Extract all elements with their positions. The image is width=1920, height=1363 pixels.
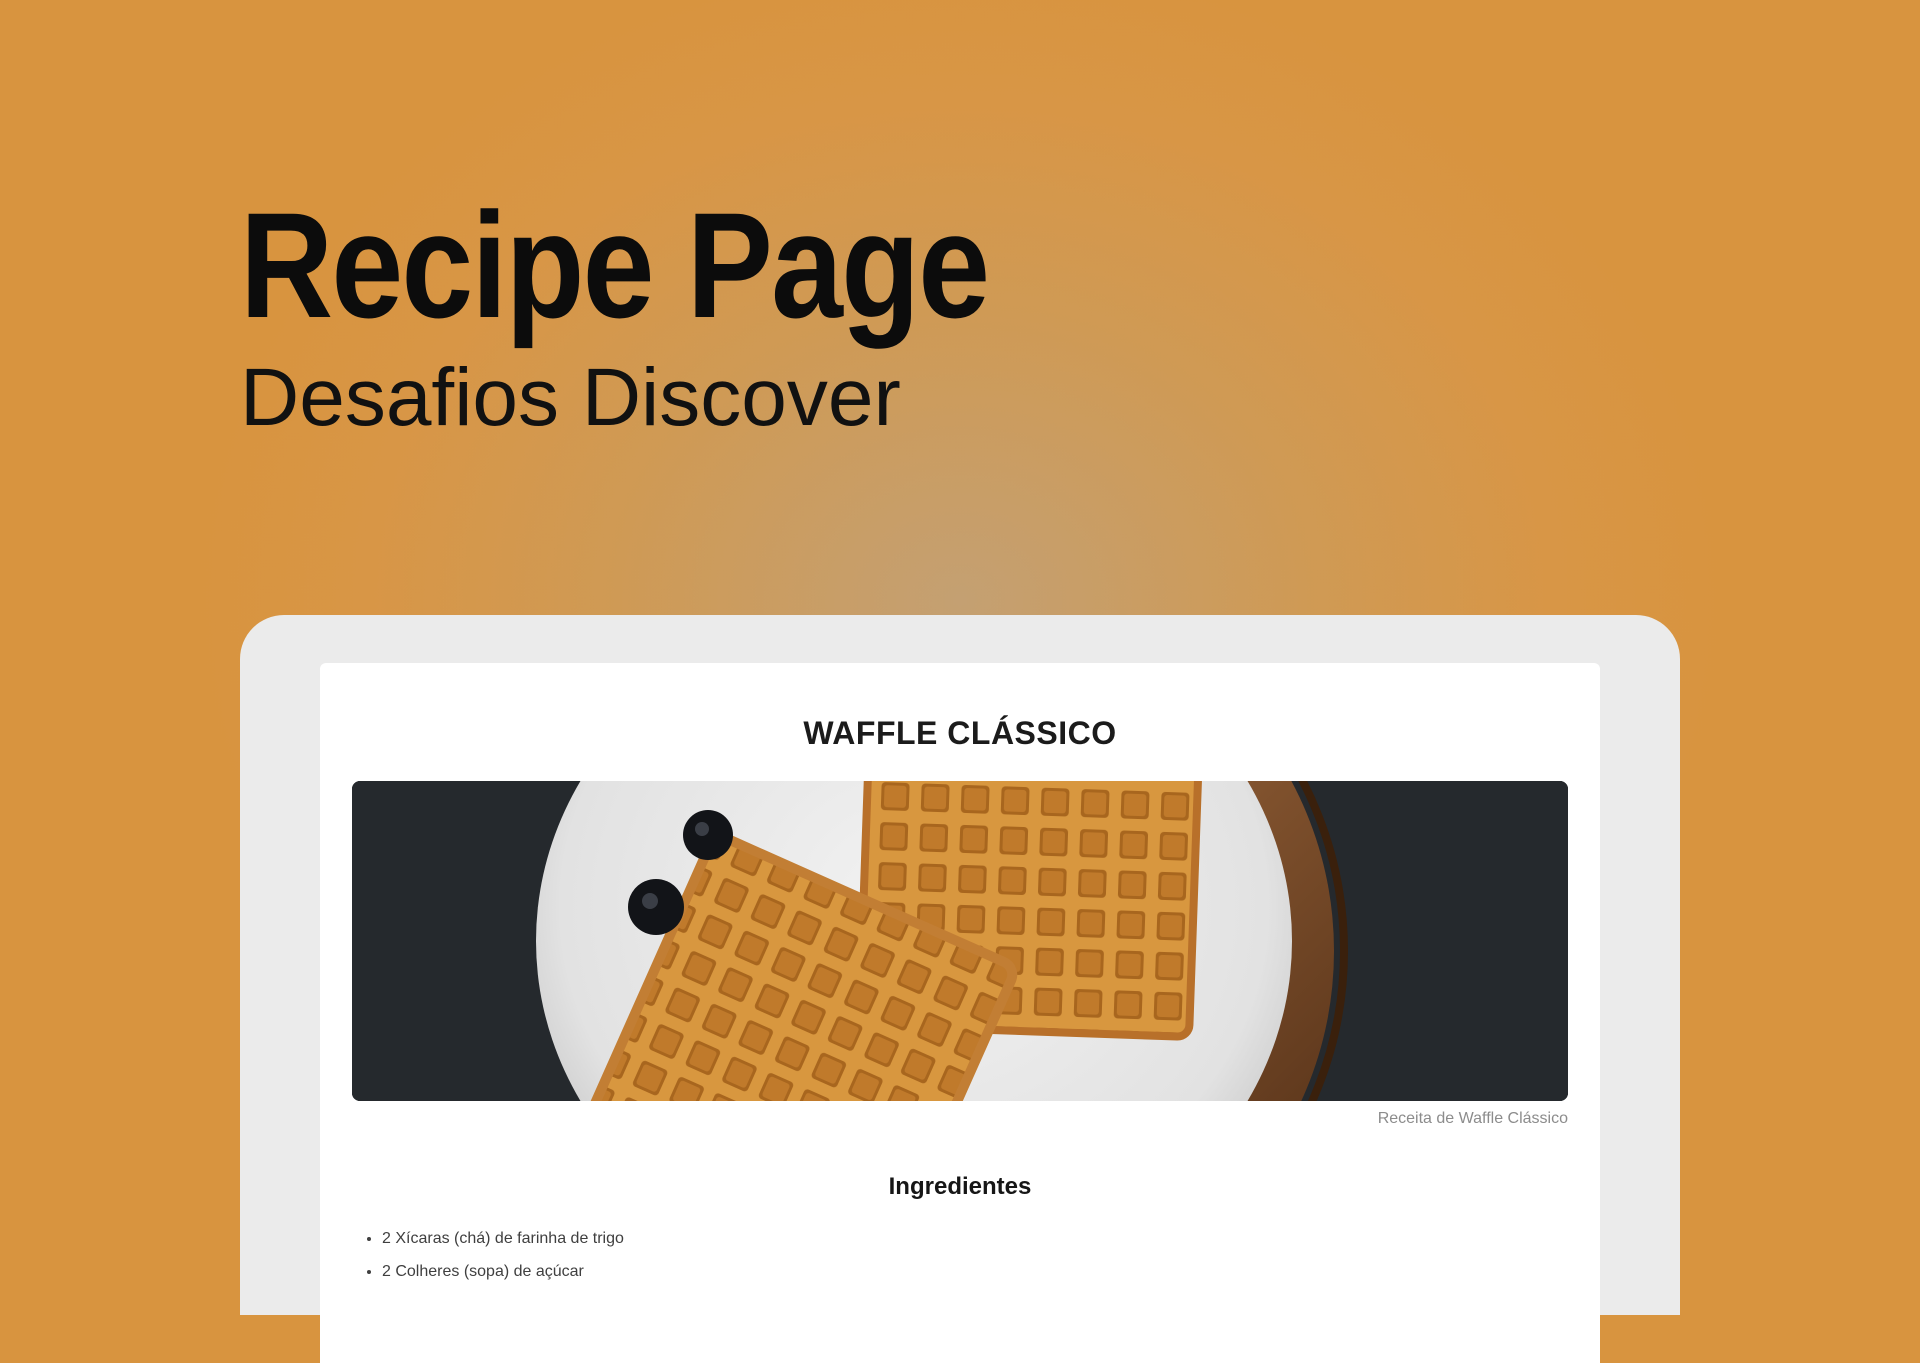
recipe-card: WAFFLE CLÁSSICO Receita de Waffle Clássi… — [320, 663, 1600, 1363]
waffle-illustration — [352, 781, 1568, 1101]
waffle-image — [352, 781, 1568, 1101]
ingredients-heading: Ingredientes — [888, 1173, 1032, 1200]
list-item: 2 Xícaras (chá) de farinha de trigo — [382, 1229, 624, 1262]
ingredients-list: 2 Xícaras (chá) de farinha de trigo 2 Co… — [352, 1229, 624, 1295]
image-caption: Receita de Waffle Clássico — [1377, 1110, 1568, 1127]
hero-section: Recipe Page Desafios Discover — [240, 190, 1640, 444]
recipe-title: WAFFLE CLÁSSICO — [803, 715, 1117, 751]
list-item: 2 Colheres (sopa) de açúcar — [382, 1262, 624, 1295]
device-frame: WAFFLE CLÁSSICO Receita de Waffle Clássi… — [240, 615, 1680, 1363]
page-title: Recipe Page — [240, 181, 990, 349]
page-subtitle: Desafios Discover — [240, 352, 901, 443]
